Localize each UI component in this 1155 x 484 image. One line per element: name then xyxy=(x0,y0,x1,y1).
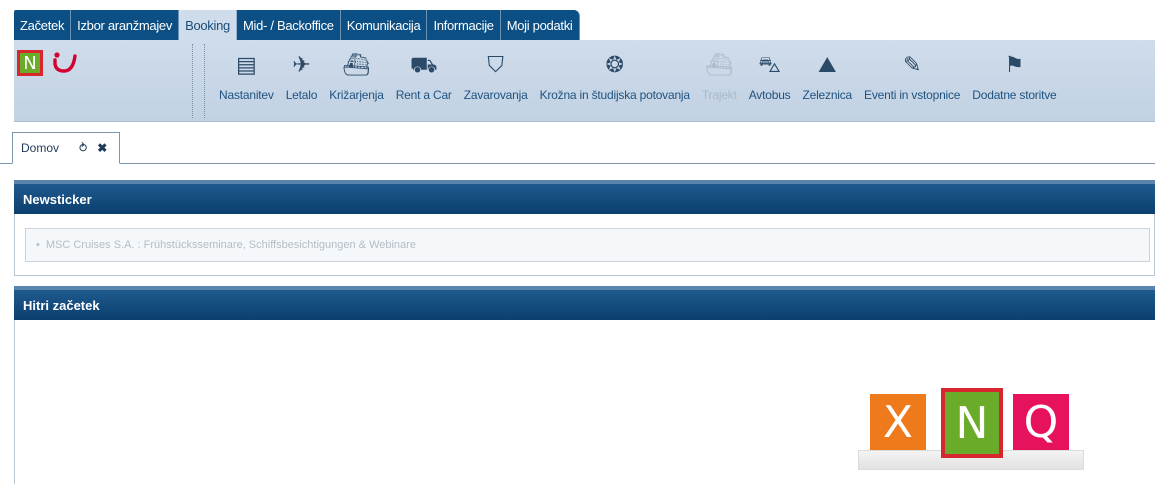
tab-label: Domov xyxy=(21,141,60,155)
toolbar-separator xyxy=(192,44,193,118)
main-menu: Začetek Izbor aranžmajev Booking Mid- / … xyxy=(14,10,580,40)
panel-title: Newsticker xyxy=(23,191,92,207)
tool-dodatne-storitve[interactable]: ⚑ Dodatne storitve xyxy=(972,48,1057,103)
tool-rent-a-car[interactable]: ⛟ Rent a Car xyxy=(395,48,452,103)
brand-area: N xyxy=(14,40,199,122)
tool-label: Zavarovanja xyxy=(463,88,528,102)
tab-domov[interactable]: Domov ⥁ ✖ xyxy=(12,132,120,164)
page-tab-strip: Domov ⥁ ✖ xyxy=(0,128,1155,164)
tool-label: Križarjenja xyxy=(329,88,384,102)
newsticker-panel: • MSC Cruises S.A. : Frühstücksseminare,… xyxy=(14,214,1155,276)
cruise-icon: ⛴ xyxy=(342,52,371,77)
tool-label: Avtobus xyxy=(748,88,791,102)
backpack-icon: ❂ xyxy=(605,52,624,77)
insurance-icon: ⛉ xyxy=(487,52,504,77)
close-icon[interactable]: ✖ xyxy=(97,141,107,155)
menu-tab-mid-backoffice[interactable]: Mid- / Backoffice xyxy=(236,10,341,40)
bus-icon: ⛍ xyxy=(758,52,781,77)
n-logo[interactable]: N xyxy=(941,388,1003,458)
tool-avtobus[interactable]: ⛍ Avtobus xyxy=(748,48,791,103)
tool-zeleznica[interactable]: ⛰ Zeleznica xyxy=(802,48,853,103)
tui-smile-icon xyxy=(53,52,77,73)
tool-label: Trajekt xyxy=(701,88,737,102)
tool-letalo[interactable]: ✈ Letalo xyxy=(285,48,318,103)
tool-nastanitev[interactable]: ▤ Nastanitev xyxy=(219,48,274,103)
news-item-text: MSC Cruises S.A. : Frühstücksseminare, S… xyxy=(45,239,416,251)
newsticker-header: Newsticker xyxy=(14,180,1155,214)
train-icon: ⛰ xyxy=(818,52,837,77)
car-icon: ⛟ xyxy=(409,52,438,77)
tool-krozna-potovanja[interactable]: ❂ Krožna in študijska potovanja xyxy=(539,48,690,103)
app-window: Začetek Izbor aranžmajev Booking Mid- / … xyxy=(0,0,1155,484)
tui-logo[interactable] xyxy=(52,50,78,76)
bullet-icon: • xyxy=(36,239,40,251)
ferry-icon: ⛴ xyxy=(705,52,734,77)
tool-zavarovanja[interactable]: ⛉ Zavarovanja xyxy=(463,48,528,103)
refresh-icon[interactable]: ⥁ xyxy=(79,141,87,155)
menu-tab-izbor-aranzmajev[interactable]: Izbor aranžmajev xyxy=(71,10,180,40)
menu-tab-booking[interactable]: Booking xyxy=(179,10,237,40)
menu-tab-zacetek[interactable]: Začetek xyxy=(14,10,72,40)
quickstart-header: Hitri začetek xyxy=(14,286,1155,320)
n-brand-logo[interactable]: N xyxy=(17,50,43,76)
hotel-icon: ▤ xyxy=(235,52,257,77)
panel-title: Hitri začetek xyxy=(23,297,100,313)
tool-label: Eventi in vstopnice xyxy=(864,88,961,102)
booking-tools: ▤ Nastanitev ✈ Letalo ⛴ Križarjenja ⛟ Re… xyxy=(219,48,1068,118)
ticket-icon: ✎ xyxy=(902,52,922,77)
q-logo[interactable]: Q xyxy=(1013,394,1069,450)
airplane-icon: ✈ xyxy=(292,52,311,77)
tool-label: Letalo xyxy=(285,88,318,102)
menu-tab-komunikacija[interactable]: Komunikacija xyxy=(340,10,428,40)
tool-label: Nastanitev xyxy=(219,88,274,102)
menu-tab-informacije[interactable]: Informacije xyxy=(427,10,501,40)
booking-toolbar: N ▤ Nastanitev ✈ Letalo ⛴ Križarjenja ⛟ … xyxy=(14,40,1155,122)
services-icon: ⚑ xyxy=(1004,52,1025,77)
news-item[interactable]: • MSC Cruises S.A. : Frühstücksseminare,… xyxy=(25,228,1150,262)
product-logos: X N Q xyxy=(858,388,1084,470)
x-logo[interactable]: X xyxy=(870,394,926,450)
tool-label: Rent a Car xyxy=(395,88,452,102)
tool-eventi[interactable]: ✎ Eventi in vstopnice xyxy=(864,48,961,103)
menu-tab-moji-podatki[interactable]: Moji podatki xyxy=(500,10,580,40)
toolbar-separator xyxy=(204,44,205,118)
tool-trajekt: ⛴ Trajekt xyxy=(701,48,737,103)
tool-label: Dodatne storitve xyxy=(972,88,1057,102)
tool-label: Zeleznica xyxy=(802,88,853,102)
tool-label: Krožna in študijska potovanja xyxy=(539,88,690,102)
tool-krizarjenja[interactable]: ⛴ Križarjenja xyxy=(329,48,384,103)
